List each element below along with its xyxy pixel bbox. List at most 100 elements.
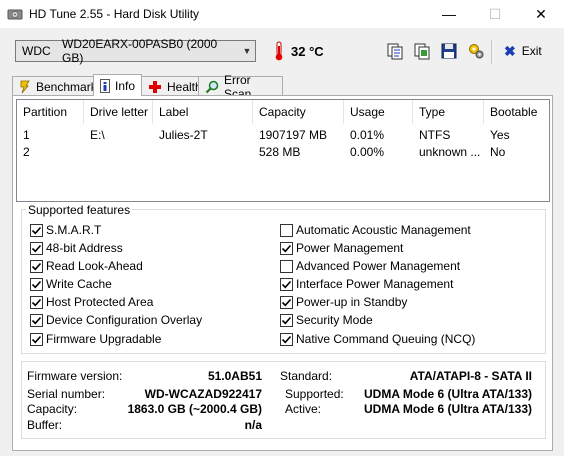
feature-read-look-ahead[interactable]: Read Look-Ahead — [30, 258, 143, 274]
serial-value: WD-WCAZAD922417 — [144, 387, 262, 401]
checkbox[interactable] — [30, 295, 43, 309]
copy-text-icon[interactable] — [386, 42, 404, 60]
checkbox[interactable] — [30, 223, 43, 237]
feature-label: S.M.A.R.T — [46, 223, 102, 237]
minimize-button[interactable]: — — [426, 0, 472, 28]
checkbox[interactable] — [280, 277, 293, 291]
benchmark-icon — [19, 80, 31, 94]
exit-icon: ✖ — [504, 42, 516, 59]
tab-error-scan[interactable]: Error Scan — [198, 73, 283, 101]
feature-advanced-power-management[interactable]: Advanced Power Management — [280, 258, 460, 274]
cell-capacity: 1907197 MB — [259, 128, 328, 142]
cell-type: NTFS — [419, 128, 451, 142]
cell-capacity: 528 MB — [259, 145, 301, 159]
cell-usage: 0.00% — [350, 145, 385, 159]
capacity-label: Capacity: — [27, 402, 78, 416]
feature-label: Automatic Acoustic Management — [296, 223, 471, 237]
table-row[interactable]: 1 E:\ Julies-2T 1907197 MB 0.01% NTFS Ye… — [17, 127, 549, 143]
checkbox[interactable] — [30, 241, 43, 255]
feature-label: Read Look-Ahead — [46, 259, 143, 273]
chevron-down-icon: ▼ — [242, 46, 252, 56]
close-button[interactable]: ✕ — [518, 0, 564, 28]
capacity-value: 1863.0 GB (~2000.4 GB) — [127, 402, 262, 416]
feature-label: Native Command Queuing (NCQ) — [296, 332, 476, 346]
feature-firmware-upgradable[interactable]: Firmware Upgradable — [30, 331, 161, 347]
maximize-icon: ☐ — [488, 5, 502, 22]
feature-label: Firmware Upgradable — [46, 332, 162, 346]
check-icon — [31, 298, 42, 306]
check-icon — [281, 335, 292, 343]
column-header-partition[interactable]: Partition — [17, 100, 84, 124]
feature-label: Power-up in Standby — [296, 295, 408, 309]
cell-bootable: Yes — [490, 128, 510, 142]
cell-partition: 1 — [23, 128, 30, 142]
exit-label: Exit — [521, 44, 542, 58]
copy-screenshot-icon[interactable] — [413, 42, 431, 60]
feature-power-management[interactable]: Power Management — [280, 240, 403, 256]
check-icon — [31, 316, 42, 324]
feature-automatic-acoustic-management[interactable]: Automatic Acoustic Management — [280, 222, 471, 238]
toolbar-separator — [491, 40, 492, 64]
drive-select[interactable]: WDC WD20EARX-00PASB0 (2000 GB) ▼ — [15, 37, 256, 65]
feature-smart[interactable]: S.M.A.R.T — [30, 222, 101, 238]
checkbox[interactable] — [280, 241, 293, 255]
feature-device-configuration-overlay[interactable]: Device Configuration Overlay — [30, 312, 202, 328]
checkbox[interactable] — [280, 295, 293, 309]
cell-label: Julies-2T — [159, 128, 208, 142]
supported-features-group: Supported features S.M.A.R.T 48-bit Addr… — [21, 203, 546, 354]
exit-button[interactable]: ✖ Exit — [504, 42, 542, 60]
maximize-button[interactable]: ☐ — [472, 0, 518, 28]
active-mode-value: UDMA Mode 6 (Ultra ATA/133) — [363, 402, 532, 416]
feature-native-command-queuing[interactable]: Native Command Queuing (NCQ) — [280, 331, 475, 347]
search-icon — [205, 80, 219, 94]
feature-label: Power Management — [296, 241, 404, 255]
cell-partition: 2 — [23, 145, 30, 159]
drive-vendor: WDC — [22, 44, 51, 58]
check-icon — [31, 335, 42, 343]
checkbox[interactable] — [280, 332, 293, 346]
partition-list[interactable]: Partition Drive letter Label Capacity Us… — [16, 99, 550, 202]
table-row[interactable]: 2 528 MB 0.00% unknown ... No — [17, 144, 549, 160]
feature-security-mode[interactable]: Security Mode — [280, 312, 373, 328]
column-header-type[interactable]: Type — [413, 100, 484, 124]
checkbox[interactable] — [280, 223, 293, 237]
cell-bootable: No — [490, 145, 506, 159]
checkbox[interactable] — [280, 313, 293, 327]
tab-strip: Benchmark Info Health Error Scan — [12, 73, 283, 101]
standard-value: ATA/ATAPI-8 - SATA II — [409, 369, 532, 383]
tab-info[interactable]: Info — [93, 74, 142, 96]
check-icon — [281, 298, 292, 306]
close-icon: ✕ — [535, 5, 547, 22]
feature-power-up-in-standby[interactable]: Power-up in Standby — [280, 294, 407, 310]
checkbox[interactable] — [30, 332, 43, 346]
feature-48bit-address[interactable]: 48-bit Address — [30, 240, 123, 256]
supported-features-title: Supported features — [26, 203, 133, 217]
checkbox[interactable] — [30, 313, 43, 327]
temperature-readout: 32 °C — [291, 44, 324, 59]
serial-label: Serial number: — [27, 387, 106, 401]
info-icon — [100, 78, 110, 93]
feature-host-protected-area[interactable]: Host Protected Area — [30, 294, 153, 310]
tab-benchmark[interactable]: Benchmark — [12, 76, 97, 96]
column-header-bootable[interactable]: Bootable — [484, 100, 550, 124]
title-bar: HD Tune 2.55 - Hard Disk Utility — ☐ ✕ — [0, 0, 564, 28]
column-header-capacity[interactable]: Capacity — [253, 100, 344, 124]
info-panel: Partition Drive letter Label Capacity Us… — [12, 95, 553, 451]
options-icon[interactable] — [467, 42, 485, 60]
feature-label: Interface Power Management — [296, 277, 454, 291]
save-icon[interactable] — [440, 42, 458, 60]
checkbox[interactable] — [280, 259, 293, 273]
feature-label: Advanced Power Management — [296, 259, 461, 273]
supported-mode-label: Supported: — [285, 387, 344, 401]
column-header-label[interactable]: Label — [153, 100, 253, 124]
tab-health[interactable]: Health — [141, 76, 202, 96]
feature-write-cache[interactable]: Write Cache — [30, 276, 112, 292]
cell-drive-letter — [84, 144, 153, 160]
feature-interface-power-management[interactable]: Interface Power Management — [280, 276, 453, 292]
checkbox[interactable] — [30, 277, 43, 291]
hd-tune-app-icon — [7, 9, 23, 20]
checkbox[interactable] — [30, 259, 43, 273]
column-header-drive-letter[interactable]: Drive letter — [84, 100, 153, 124]
column-header-usage[interactable]: Usage — [344, 100, 413, 124]
drive-info-group: Firmware version: 51.0AB51 Serial number… — [21, 361, 546, 439]
